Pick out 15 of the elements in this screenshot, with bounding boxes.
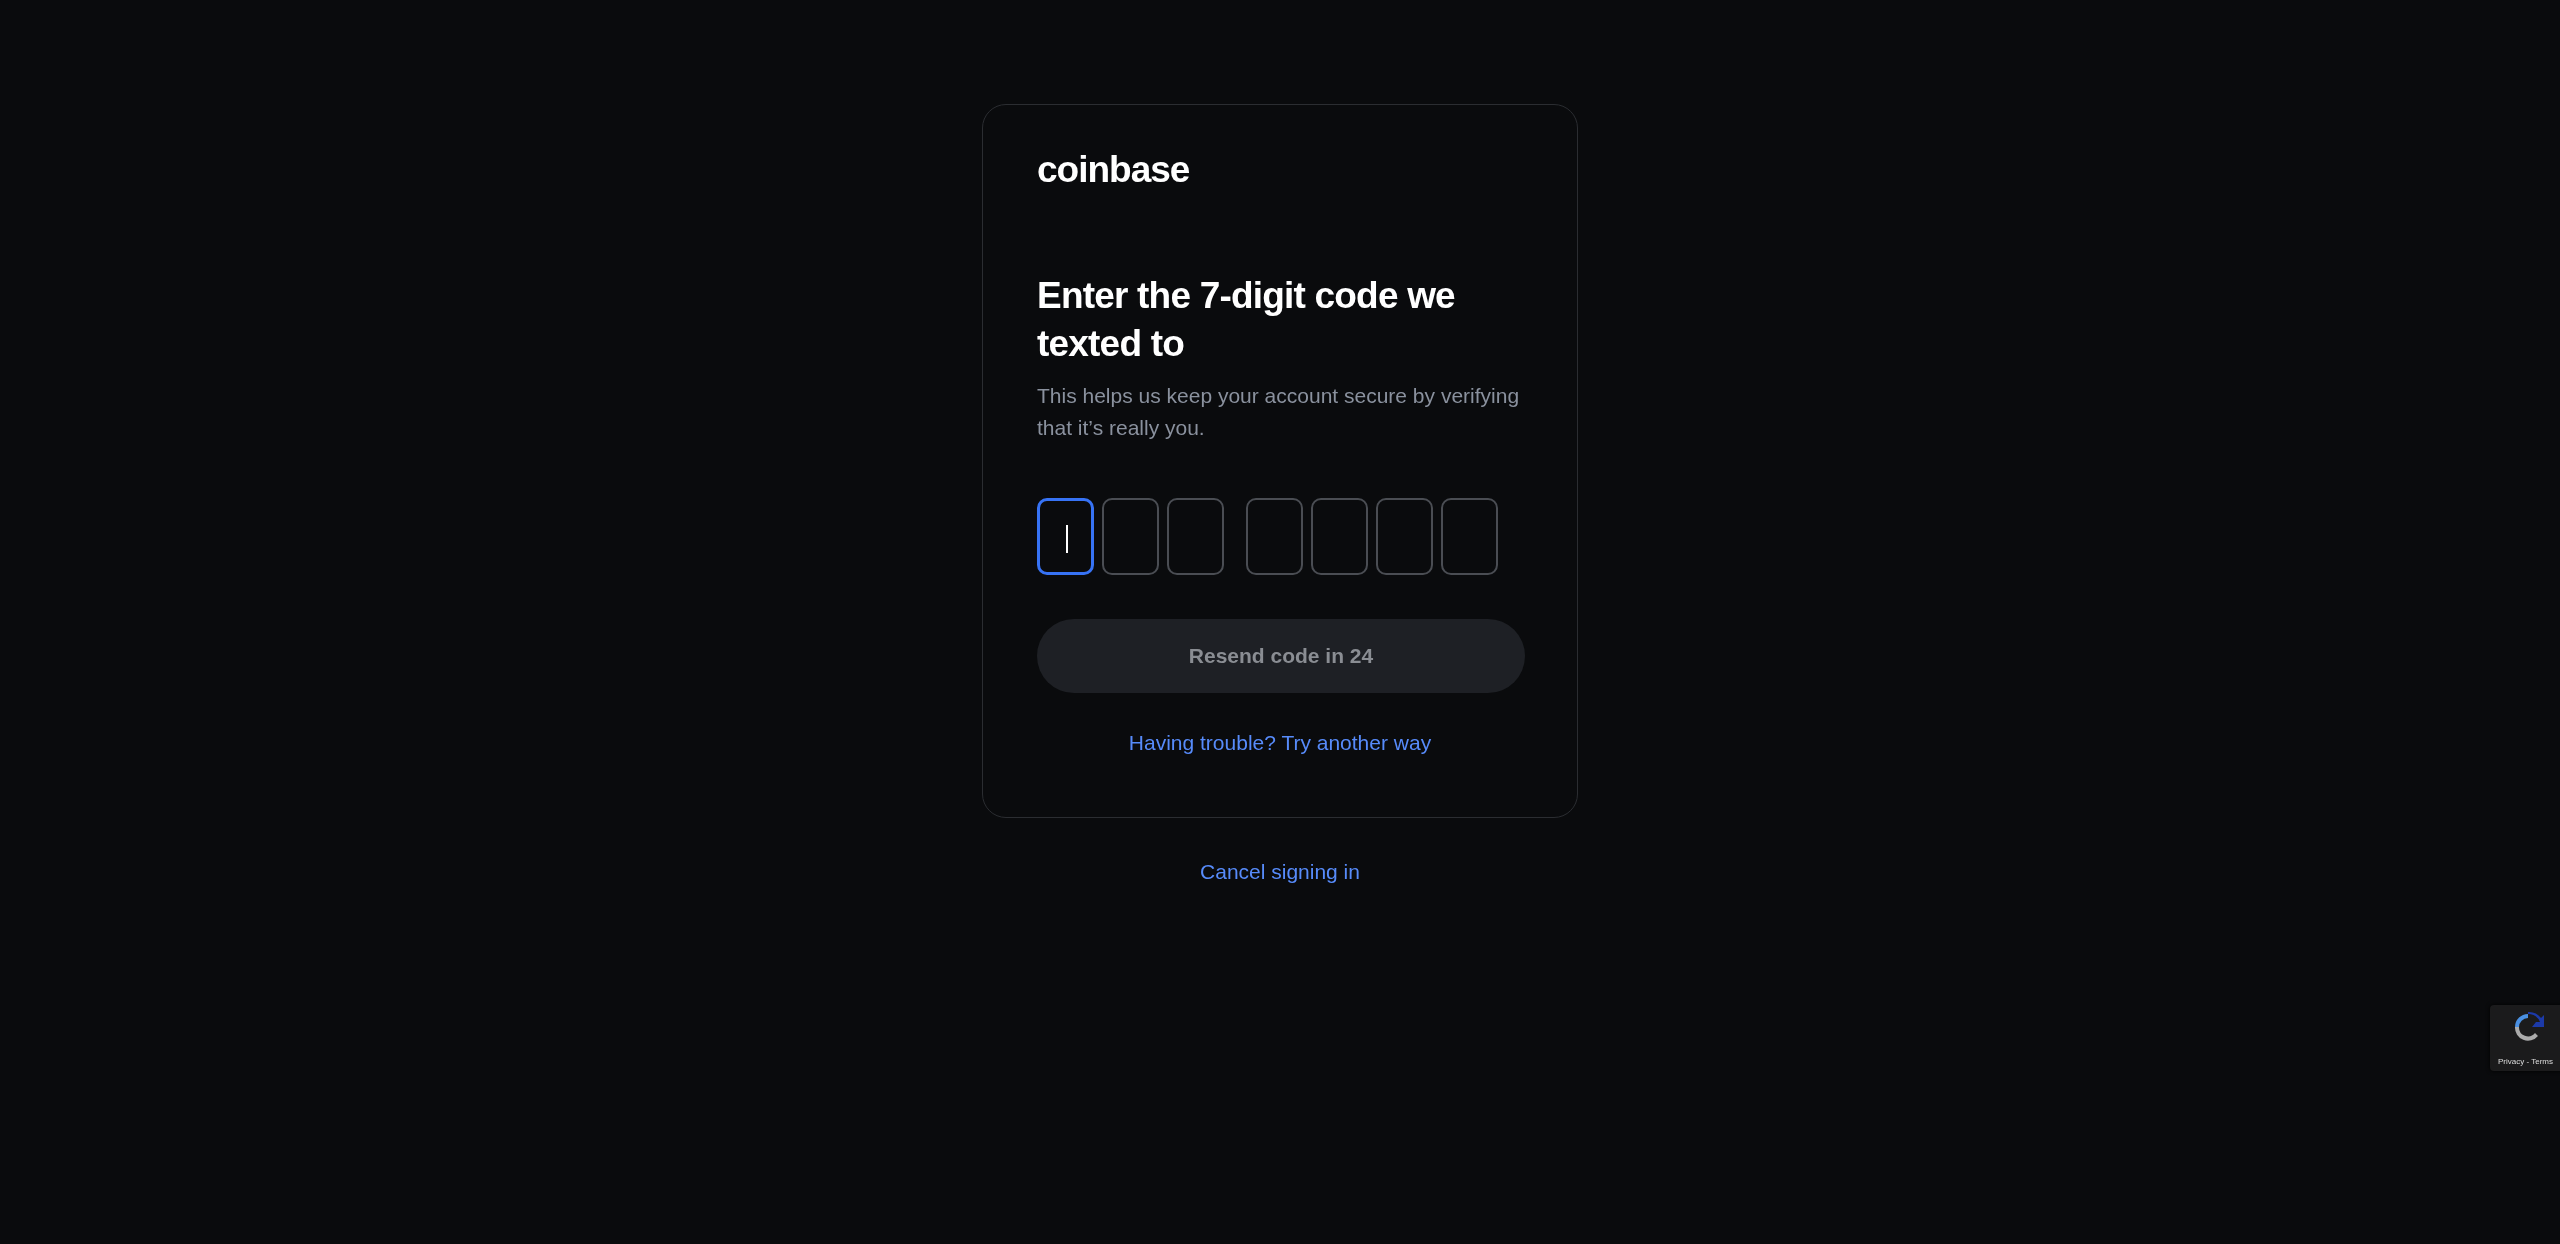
heading: Enter the 7-digit code we texted to (1037, 274, 1456, 366)
cancel-link[interactable]: Cancel signing in (1200, 859, 1360, 883)
code-digit-field[interactable] (1037, 498, 1094, 575)
privacy-terms-text: Privacy - Terms (2498, 1057, 2553, 1066)
help-link[interactable]: Having trouble? Try another way (1128, 731, 1432, 754)
recaptcha-icon (2512, 1011, 2544, 1043)
code-digit-field[interactable] (1102, 498, 1159, 575)
code-digit-field[interactable] (1311, 498, 1368, 575)
code-digit-field[interactable] (1376, 498, 1433, 575)
subtitle: This helps us keep your account secure by verifying that it’s really you. (1037, 383, 1521, 441)
logo: coinbase (1037, 151, 1190, 188)
recaptcha-badge[interactable]: Privacy - Terms (2490, 1005, 2560, 1071)
code-digit-field[interactable] (1167, 498, 1224, 575)
code-digit-field[interactable] (1246, 498, 1303, 575)
code-digit-field[interactable] (1441, 498, 1498, 575)
